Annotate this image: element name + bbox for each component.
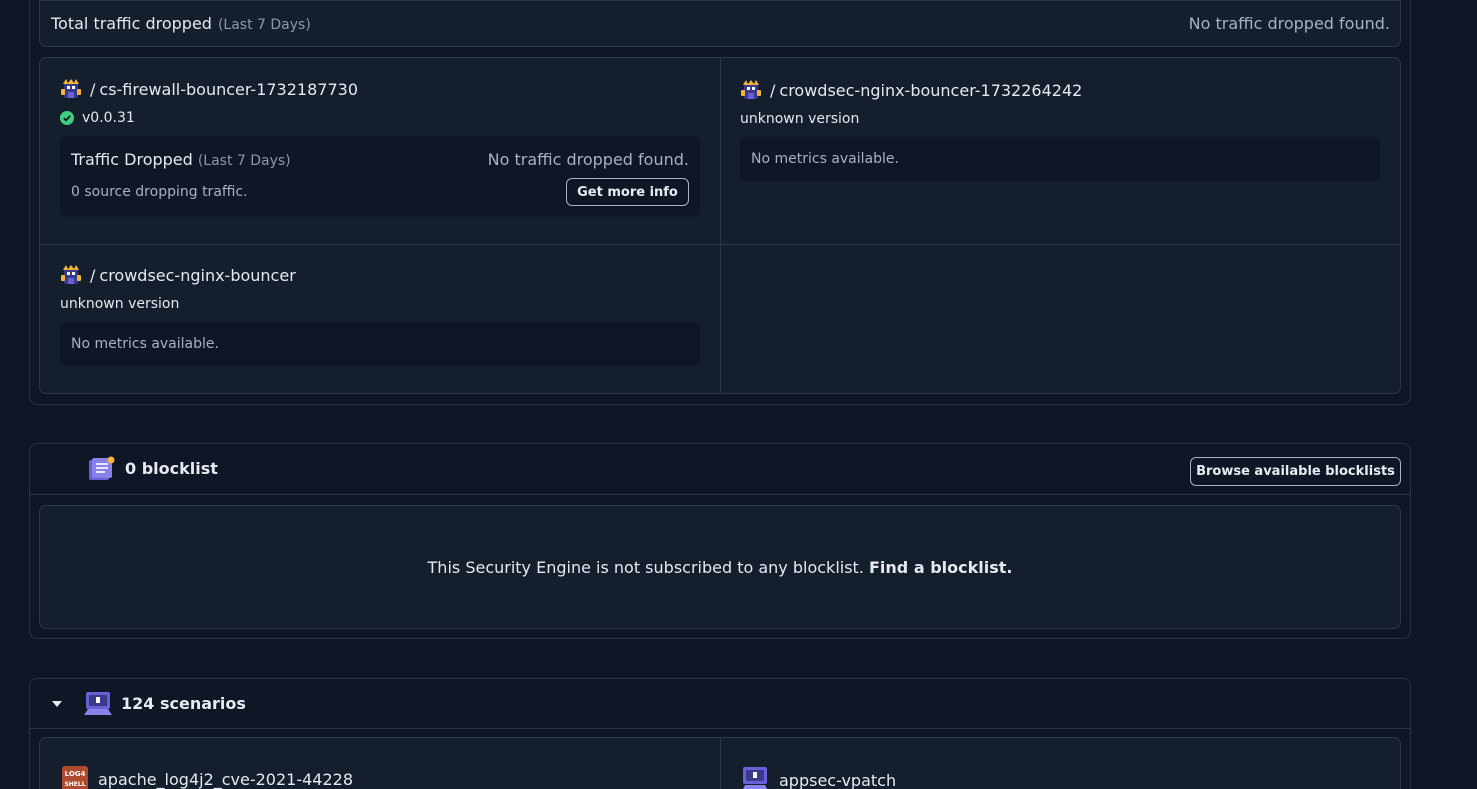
blocklist-empty-panel: This Security Engine is not subscribed t…	[39, 505, 1401, 629]
blocklist-empty-text: This Security Engine is not subscribed t…	[427, 558, 864, 577]
bouncer-version: unknown version	[60, 296, 180, 312]
scenario-item[interactable]: LOG4 SHELL apache_log4j2_cve-2021-44228	[62, 766, 353, 789]
browse-blocklists-button[interactable]: Browse available blocklists	[1190, 457, 1401, 486]
bouncer-slash: /	[770, 80, 776, 100]
log4shell-icon: LOG4 SHELL	[62, 766, 88, 789]
bouncer-slash: /	[90, 79, 96, 99]
bouncer-version: v0.0.31	[82, 110, 135, 126]
check-circle-icon	[60, 111, 74, 125]
caret-down-icon[interactable]	[50, 697, 64, 711]
bouncers-grid: / cs-firewall-bouncer-1732187730 v0.0.31…	[39, 57, 1401, 394]
bouncer-card-3: / crowdsec-nginx-bouncer unknown version…	[60, 264, 700, 366]
scenario-name: appsec-vpatch	[779, 770, 897, 789]
metrics-box: No metrics available.	[60, 322, 700, 366]
blocklist-icon	[89, 456, 115, 480]
bouncer-name[interactable]: cs-firewall-bouncer-1732187730	[99, 80, 358, 99]
bouncer-version: unknown version	[740, 111, 860, 127]
sources-dropping-text: 0 source dropping traffic.	[71, 184, 248, 200]
scenario-name: apache_log4j2_cve-2021-44228	[98, 769, 354, 789]
log4shell-icon-text-top: LOG4	[65, 770, 86, 778]
bouncer-card-2: / crowdsec-nginx-bouncer-1732264242 unkn…	[740, 79, 1380, 181]
scenarios-count: 124 scenarios	[121, 694, 246, 713]
bouncer-name[interactable]: crowdsec-nginx-bouncer	[99, 266, 295, 285]
metrics-box: No metrics available.	[740, 137, 1380, 181]
bouncer-card-1: / cs-firewall-bouncer-1732187730 v0.0.31…	[60, 78, 700, 217]
no-metrics-text: No metrics available.	[71, 336, 219, 352]
blocklist-count: 0 blocklist	[125, 459, 218, 478]
appsec-icon	[743, 767, 767, 789]
traffic-dropped-status: No traffic dropped found.	[487, 150, 689, 169]
bouncer-slash: /	[90, 265, 96, 285]
no-metrics-text: No metrics available.	[751, 151, 899, 167]
traffic-dropped-period: (Last 7 Days)	[197, 153, 291, 169]
traffic-dropped-box: Traffic Dropped (Last 7 Days) No traffic…	[60, 136, 700, 217]
scenario-item[interactable]: appsec-vpatch	[741, 766, 896, 789]
find-blocklist-link[interactable]: Find a blocklist.	[869, 558, 1012, 577]
crowdsec-mascot-icon	[60, 264, 82, 286]
traffic-dropped-title: Traffic Dropped	[71, 150, 193, 169]
log4shell-icon-text-bottom: SHELL	[64, 781, 85, 788]
scenarios-grid: LOG4 SHELL apache_log4j2_cve-2021-44228 …	[39, 737, 1401, 789]
scenarios-icon	[84, 692, 112, 715]
get-more-info-button[interactable]: Get more info	[566, 178, 689, 206]
bouncer-name[interactable]: crowdsec-nginx-bouncer-1732264242	[779, 81, 1082, 100]
crowdsec-mascot-icon	[60, 78, 82, 100]
crowdsec-mascot-icon	[740, 79, 762, 101]
